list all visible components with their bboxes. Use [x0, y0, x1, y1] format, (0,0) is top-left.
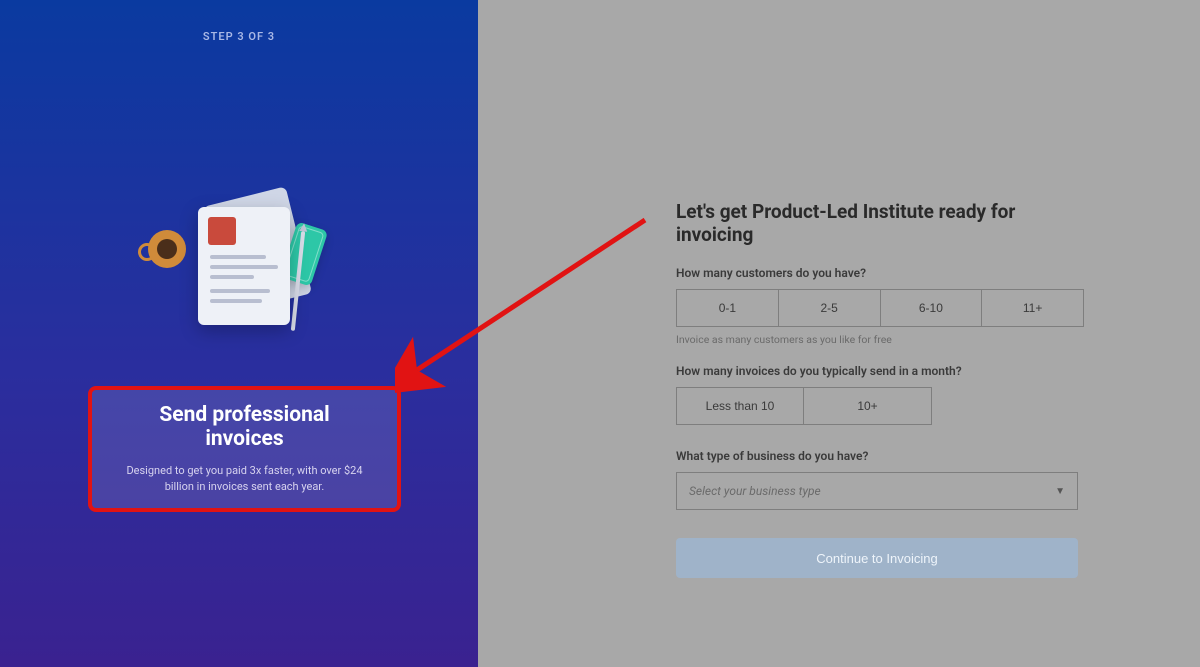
question-invoices: How many invoices do you typically send …: [676, 364, 1084, 378]
value-prop-title: Send professional invoices: [120, 403, 369, 451]
business-type-select[interactable]: Select your business type ▼: [676, 472, 1078, 510]
customers-option-0-1[interactable]: 0-1: [676, 289, 779, 327]
customers-option-6-10[interactable]: 6-10: [881, 289, 983, 327]
chevron-down-icon: ▼: [1055, 486, 1065, 497]
invoices-option-10p[interactable]: 10+: [804, 387, 932, 425]
coffee-cup-icon: [148, 230, 186, 268]
stamp-icon: [208, 217, 236, 245]
customers-hint: Invoice as many customers as you like fo…: [676, 333, 1084, 346]
step-indicator: STEP 3 OF 3: [0, 30, 478, 43]
onboarding-sidebar: STEP 3 OF 3 Send professional invoices D…: [0, 0, 478, 667]
business-type-placeholder: Select your business type: [689, 484, 821, 498]
question-customers: How many customers do you have?: [676, 266, 1084, 280]
invoices-options: Less than 10 10+: [676, 387, 1084, 425]
value-prop-desc: Designed to get you paid 3x faster, with…: [120, 463, 369, 496]
question-biztype: What type of business do you have?: [676, 449, 1084, 463]
customers-option-2-5[interactable]: 2-5: [779, 289, 881, 327]
invoice-paper-icon: [198, 207, 290, 325]
invoicing-setup-form: Let's get Product-Led Institute ready fo…: [676, 200, 1084, 578]
continue-button[interactable]: Continue to Invoicing: [676, 538, 1078, 578]
customers-option-11p[interactable]: 11+: [982, 289, 1084, 327]
invoice-illustration: [160, 195, 330, 355]
onboarding-form-panel: Let's get Product-Led Institute ready fo…: [478, 0, 1200, 667]
invoices-option-lt10[interactable]: Less than 10: [676, 387, 804, 425]
customers-options: 0-1 2-5 6-10 11+: [676, 289, 1084, 327]
form-heading: Let's get Product-Led Institute ready fo…: [676, 200, 1084, 246]
value-prop-card: Send professional invoices Designed to g…: [88, 386, 401, 512]
